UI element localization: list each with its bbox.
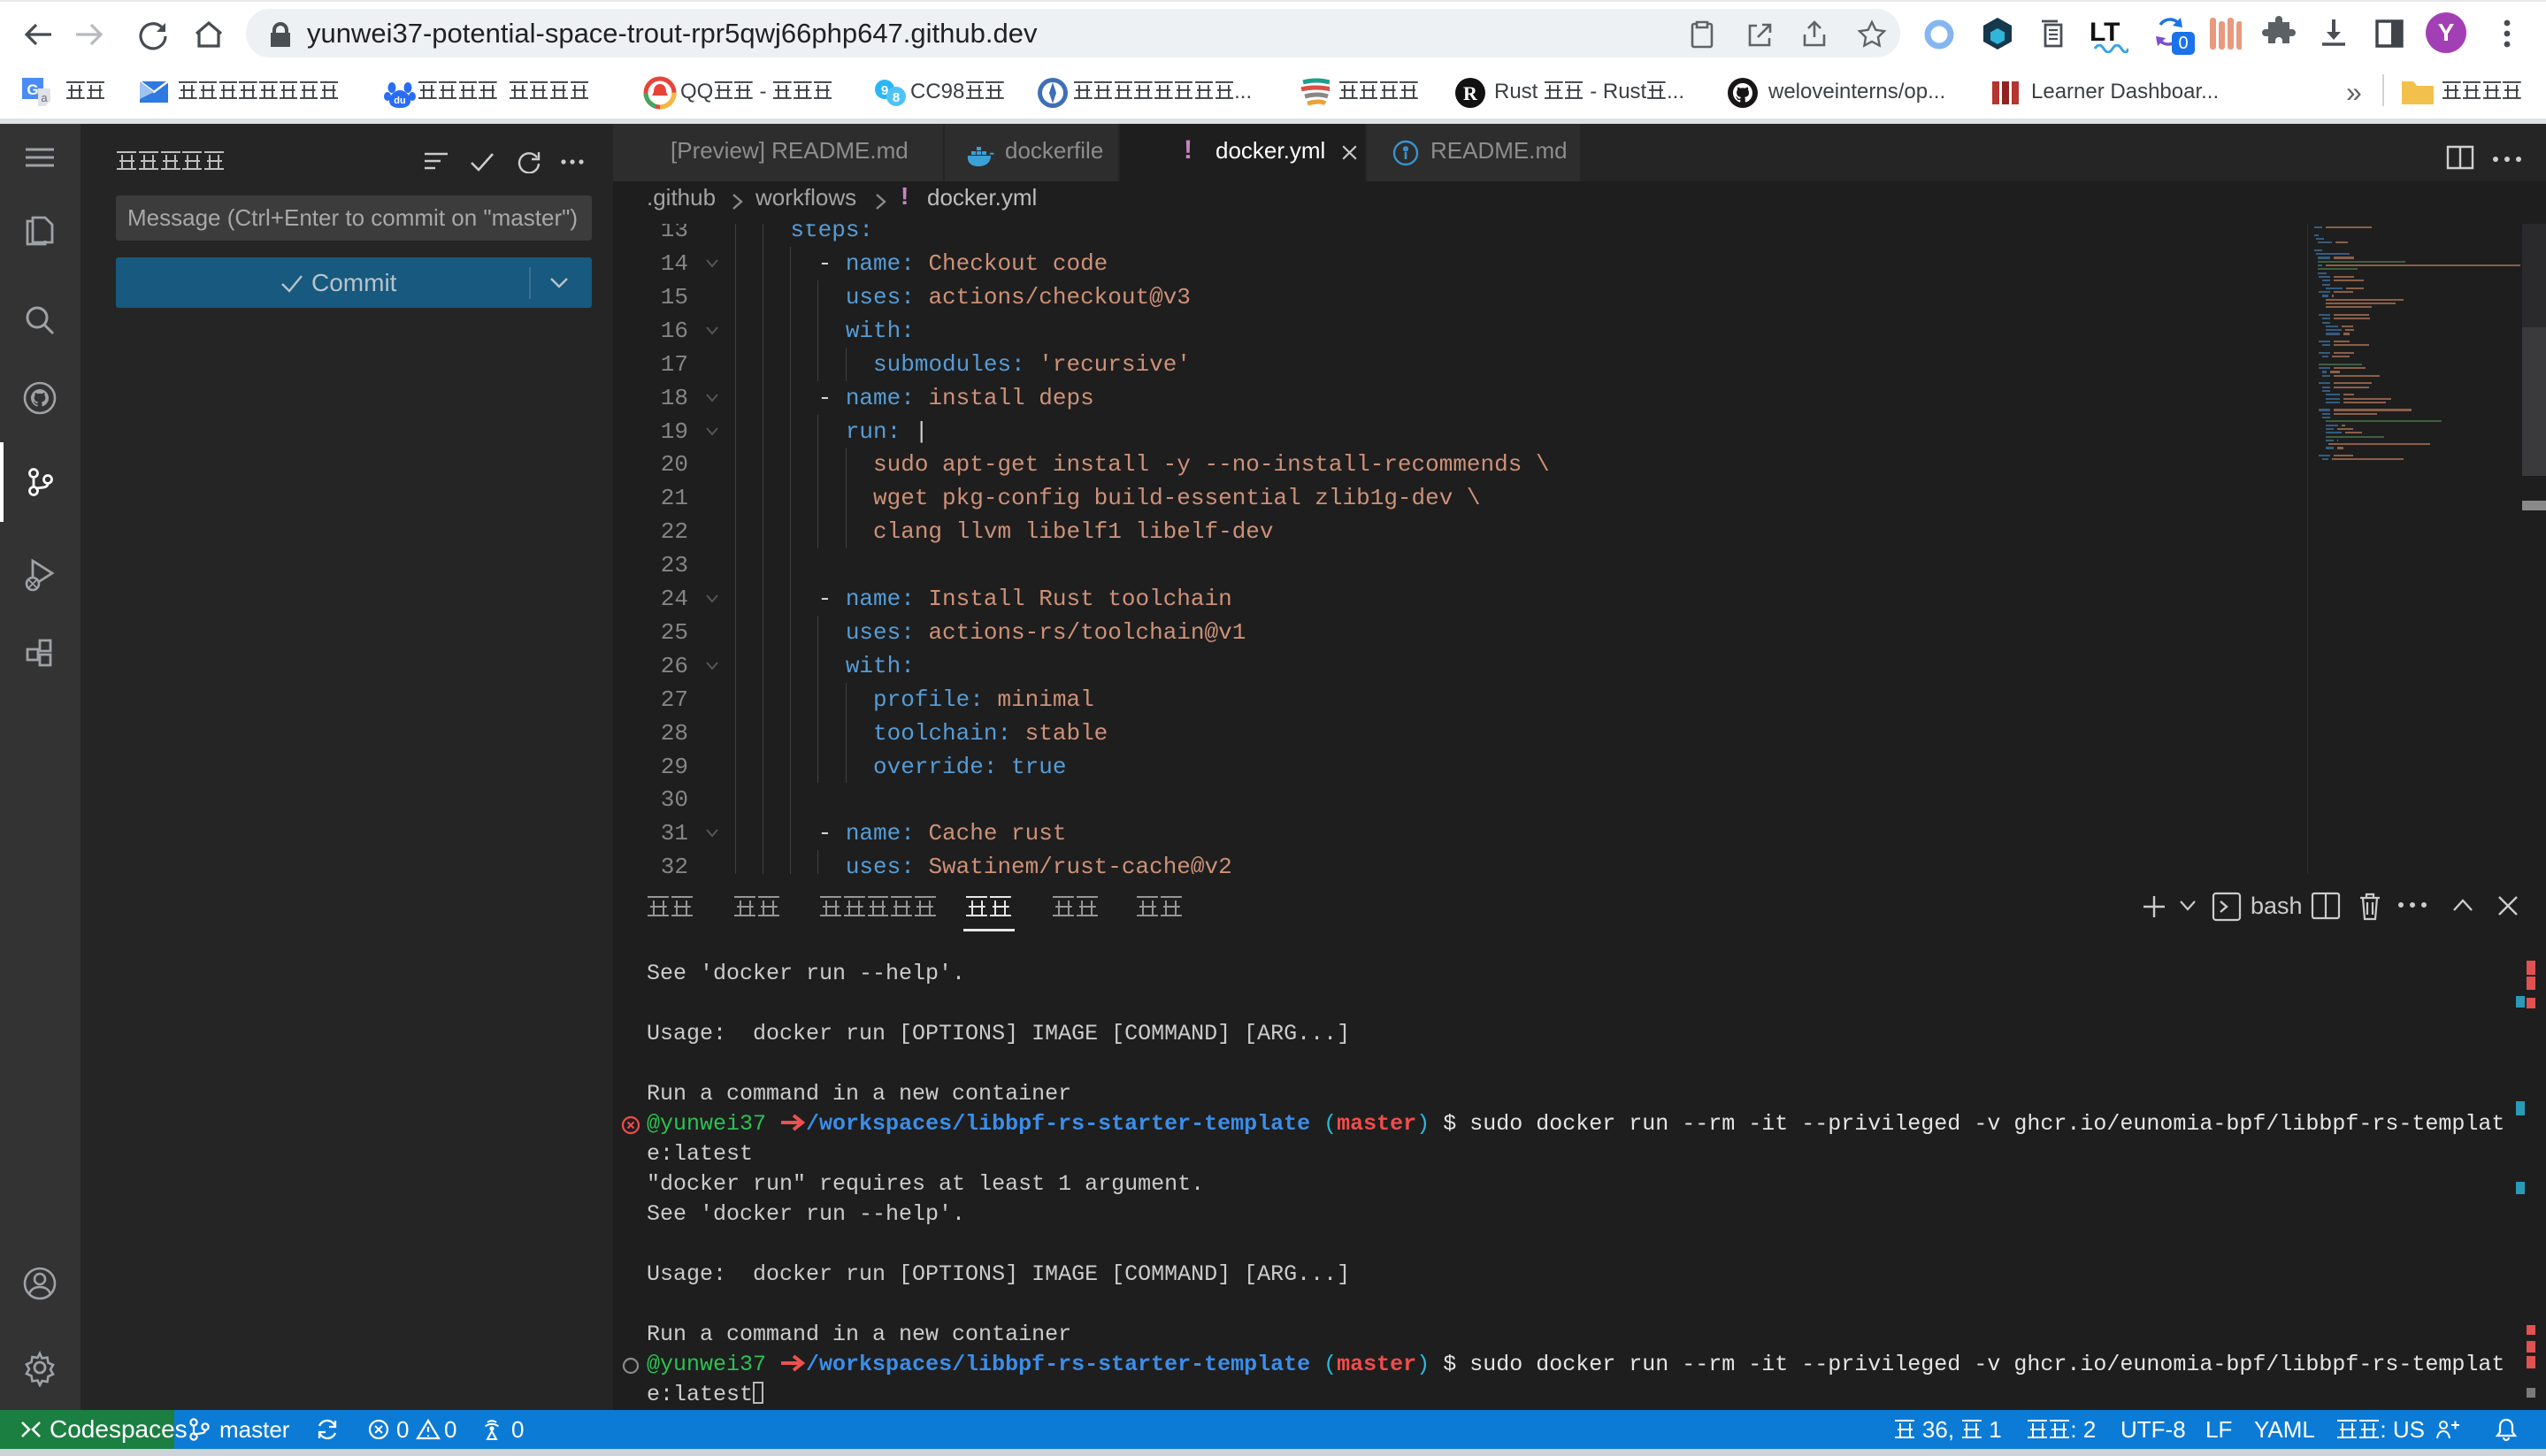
- svg-text:R: R: [1463, 82, 1478, 104]
- svg-text:du: du: [394, 96, 405, 106]
- svg-text:G: G: [27, 81, 38, 98]
- svg-text:a: a: [41, 91, 48, 104]
- svg-text:8: 8: [893, 90, 900, 105]
- svg-text:9: 9: [881, 83, 888, 98]
